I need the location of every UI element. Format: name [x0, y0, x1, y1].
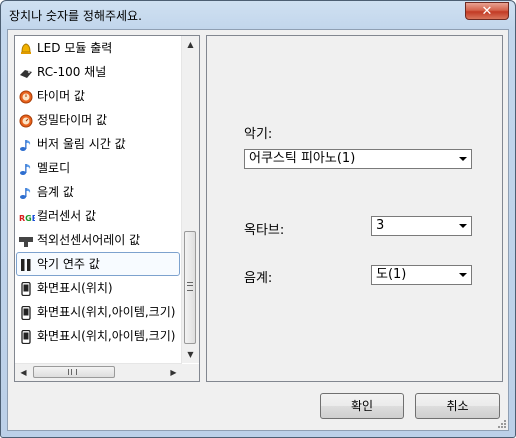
instrument-select-value: 어쿠스틱 피아노(1) [249, 151, 356, 166]
phone-icon [19, 281, 33, 297]
list-item-instrument-play[interactable]: 악기 연주 값 [16, 252, 180, 276]
cancel-button[interactable]: 취소 [415, 393, 500, 419]
list-item-label: 적외선센서어레이 값 [37, 233, 141, 247]
horizontal-scroll-thumb[interactable] [33, 366, 115, 378]
rgb-icon: RGB [19, 209, 38, 223]
list-item-label: 타이머 값 [37, 89, 85, 103]
octave-select-value: 3 [376, 218, 385, 233]
scroll-left-arrow[interactable]: ◀ [15, 364, 32, 381]
list-item-display-position-item-size[interactable]: 화면표시(위치,아이템,크기) [17, 301, 182, 323]
list-item-label: 버저 울림 시간 값 [37, 137, 126, 151]
bell-icon [19, 41, 33, 55]
list-item-label: 컬러센서 값 [37, 209, 97, 223]
list-item-label: 음계 값 [37, 185, 74, 199]
octave-label: 옥타브: [244, 223, 285, 238]
list-item-label: LED 모듈 출력 [37, 41, 113, 55]
list-item-ir-array[interactable]: 적외선센서어레이 값 [17, 229, 182, 251]
scrollbar-corner [182, 364, 199, 381]
title-bar[interactable]: 장치나 숫자를 정해주세요. ✕ [1, 1, 515, 27]
list-item-display-position-item-size-2[interactable]: 화면표시(위치,아이템,크기) [17, 325, 182, 347]
list-item-led[interactable]: LED 모듈 출력 [17, 37, 182, 59]
vertical-scrollbar[interactable]: ▲ ▼ [181, 36, 199, 363]
list-item-timer[interactable]: 타이머 값 [17, 85, 182, 107]
svg-text:RGB: RGB [19, 214, 35, 223]
list-item-label: 화면표시(위치,아이템,크기) [37, 329, 176, 343]
scroll-right-arrow[interactable]: ▶ [165, 364, 182, 381]
list-item-buzzer-time[interactable]: 버저 울림 시간 값 [17, 133, 182, 155]
ir-array-icon [19, 233, 33, 247]
remote-control-icon [19, 65, 33, 79]
music-note-icon [19, 137, 33, 151]
instrument-icon [19, 257, 33, 271]
list-item-scale-value[interactable]: 음계 값 [17, 181, 182, 203]
scale-select-value: 도(1) [376, 267, 407, 282]
list-item-rc100[interactable]: RC-100 채널 [17, 61, 182, 83]
horizontal-scrollbar[interactable]: ◀ ▶ [15, 363, 182, 381]
music-note-icon [19, 161, 33, 175]
close-button[interactable]: ✕ [465, 2, 509, 20]
octave-select[interactable]: 3 [371, 216, 472, 236]
window-title: 장치나 숫자를 정해주세요. [9, 9, 142, 23]
phone-icon [19, 329, 33, 345]
settings-panel: 악기: 어쿠스틱 피아노(1) 옥타브: 3 음계: 도(1) [206, 35, 503, 382]
dialog-window: 장치나 숫자를 정해주세요. ✕ LED 모듈 출력 RC-100 채널 타이머… [0, 0, 516, 438]
device-listbox[interactable]: LED 모듈 출력 RC-100 채널 타이머 값 정밀타이머 값 버저 울림 … [14, 35, 200, 382]
device-list-items: LED 모듈 출력 RC-100 채널 타이머 값 정밀타이머 값 버저 울림 … [15, 36, 182, 363]
vertical-scroll-thumb[interactable] [184, 231, 196, 344]
list-item-label: 멜로디 [37, 161, 71, 175]
list-item-label: 정밀타이머 값 [37, 113, 108, 127]
list-item-label: 화면표시(위치) [37, 281, 113, 295]
chevron-down-icon [459, 224, 467, 228]
list-item-label: 화면표시(위치,아이템,크기) [37, 305, 176, 319]
instrument-label: 악기: [244, 127, 273, 142]
ok-button[interactable]: 확인 [320, 393, 404, 419]
chevron-down-icon [459, 273, 467, 277]
music-note-icon [19, 185, 33, 199]
scale-label: 음계: [244, 271, 273, 286]
resize-grip-icon[interactable] [497, 419, 507, 429]
list-item-display-position[interactable]: 화면표시(위치) [17, 277, 182, 299]
dialog-client-area: LED 모듈 출력 RC-100 채널 타이머 값 정밀타이머 값 버저 울림 … [7, 29, 509, 431]
list-item-label: 악기 연주 값 [37, 257, 100, 271]
scroll-down-arrow[interactable]: ▼ [182, 346, 199, 363]
instrument-select[interactable]: 어쿠스틱 피아노(1) [244, 149, 472, 169]
scale-select[interactable]: 도(1) [371, 265, 472, 285]
precise-timer-icon [19, 113, 33, 128]
chevron-down-icon [459, 157, 467, 161]
timer-icon [19, 89, 33, 104]
list-item-label: RC-100 채널 [37, 65, 107, 79]
list-item-precise-timer[interactable]: 정밀타이머 값 [17, 109, 182, 131]
list-item-color-sensor[interactable]: RGB 컬러센서 값 [17, 205, 182, 227]
scroll-up-arrow[interactable]: ▲ [182, 36, 199, 53]
list-item-melody[interactable]: 멜로디 [17, 157, 182, 179]
phone-icon [19, 305, 33, 321]
